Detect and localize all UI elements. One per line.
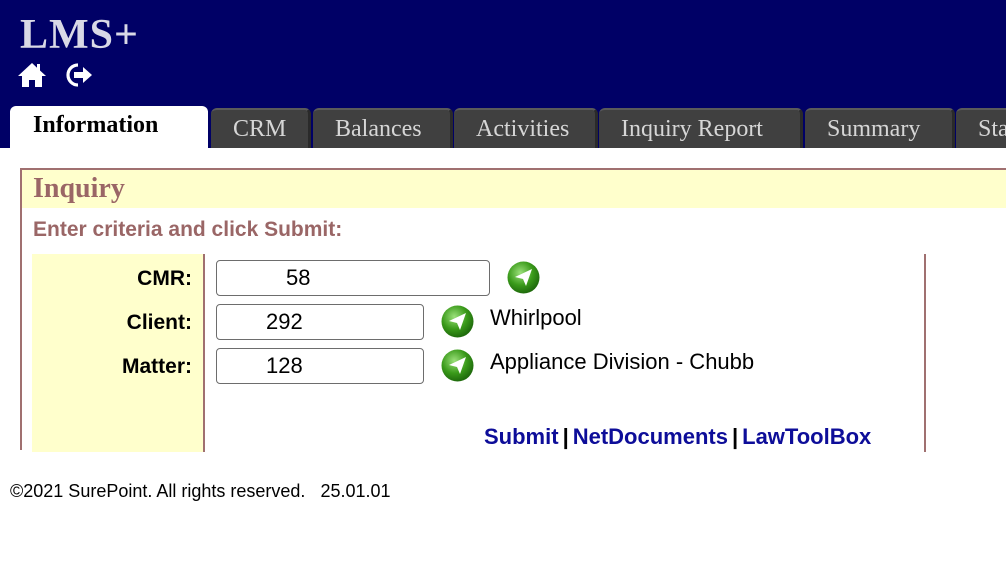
matter-lookup-icon[interactable] <box>440 348 475 383</box>
tab-inquiry-report[interactable]: Inquiry Report <box>599 108 803 148</box>
cmr-label: CMR: <box>137 267 192 290</box>
matter-label: Matter: <box>121 355 192 378</box>
tab-bar: Information CRM Balances Activities Inqu… <box>10 106 1006 148</box>
action-links: Submit | NetDocuments | LawToolBox <box>484 424 871 450</box>
netdocuments-link[interactable]: NetDocuments <box>573 424 728 449</box>
client-input[interactable] <box>216 304 424 340</box>
tab-information[interactable]: Information <box>10 106 208 148</box>
tab-summary[interactable]: Summary <box>805 108 955 148</box>
instructions-text: Enter criteria and click Submit: <box>33 218 343 241</box>
link-separator: | <box>731 424 739 449</box>
tab-balances[interactable]: Balances <box>313 108 453 148</box>
cmr-lookup-icon[interactable] <box>506 260 541 295</box>
version-text: 25.01.01 <box>320 481 391 501</box>
link-separator: | <box>562 424 569 449</box>
inquiry-panel: Inquiry Enter criteria and click Submit:… <box>20 168 1006 452</box>
label-column: CMR: Client: Matter: <box>32 254 205 452</box>
client-description: Whirlpool <box>490 305 582 330</box>
matter-input[interactable] <box>216 348 424 384</box>
matter-description: Appliance Division - Chubb <box>490 349 755 374</box>
copyright-text: ©2021 SurePoint. All rights reserved. <box>10 481 306 501</box>
logout-icon[interactable] <box>64 60 96 90</box>
home-icon[interactable] <box>16 60 48 90</box>
tab-status[interactable]: Sta <box>956 108 1006 148</box>
lawtoolbox-link[interactable]: LawToolBox <box>742 424 871 449</box>
panel-title: Inquiry <box>22 170 1006 208</box>
client-lookup-icon[interactable] <box>440 304 475 339</box>
client-label: Client: <box>126 311 192 334</box>
submit-link[interactable]: Submit <box>484 424 559 449</box>
tab-activities[interactable]: Activities <box>454 108 598 148</box>
app-logo: LMS+ <box>20 12 139 58</box>
tab-crm[interactable]: CRM <box>211 108 311 148</box>
footer: ©2021 SurePoint. All rights reserved. 25… <box>10 481 391 502</box>
app-header: LMS+ Information CRM Balances Activities… <box>0 0 1006 148</box>
cmr-input[interactable] <box>216 260 490 296</box>
panel-right-border <box>924 254 926 452</box>
